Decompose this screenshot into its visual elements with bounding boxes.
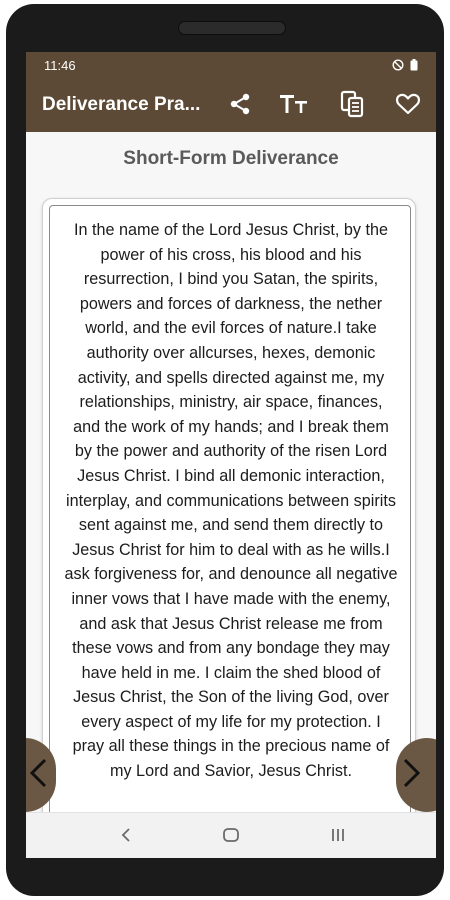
screen: 11:46 Deliverance Pra... Short-Form Deli… [26,52,436,858]
back-icon [120,827,132,848]
prayer-frame: In the name of the Lord Jesus Christ, by… [49,205,411,846]
copy-button[interactable] [336,90,368,122]
phone-speaker [178,21,286,35]
status-icons [392,58,418,76]
favorite-button[interactable] [392,90,424,122]
section-title: Short-Form Deliverance [123,148,339,169]
share-icon [227,91,253,122]
system-navigation-bar [26,812,436,858]
system-back-button[interactable] [114,825,138,849]
do-not-disturb-icon [392,58,404,76]
home-icon [222,827,240,848]
status-time: 11:46 [44,58,76,73]
battery-icon [410,58,418,76]
system-recents-button[interactable] [326,825,350,849]
copy-icon [338,90,366,123]
system-home-button[interactable] [219,825,243,849]
chevron-left-icon [28,757,48,794]
text-size-button[interactable] [278,90,310,122]
status-bar: 11:46 [26,52,436,80]
chevron-right-icon [402,757,422,794]
share-button[interactable] [224,90,256,122]
prayer-card: In the name of the Lord Jesus Christ, by… [42,198,416,846]
app-bar: Deliverance Pra... [26,80,436,132]
content-area: Short-Form Deliverance In the name of th… [26,132,436,846]
recents-icon [329,827,347,848]
text-size-icon [278,91,310,122]
phone-frame: 11:46 Deliverance Pra... Short-Form Deli… [6,4,444,896]
heart-icon [395,92,421,121]
prayer-text: In the name of the Lord Jesus Christ, by… [64,221,398,781]
app-title: Deliverance Pra... [42,94,201,115]
